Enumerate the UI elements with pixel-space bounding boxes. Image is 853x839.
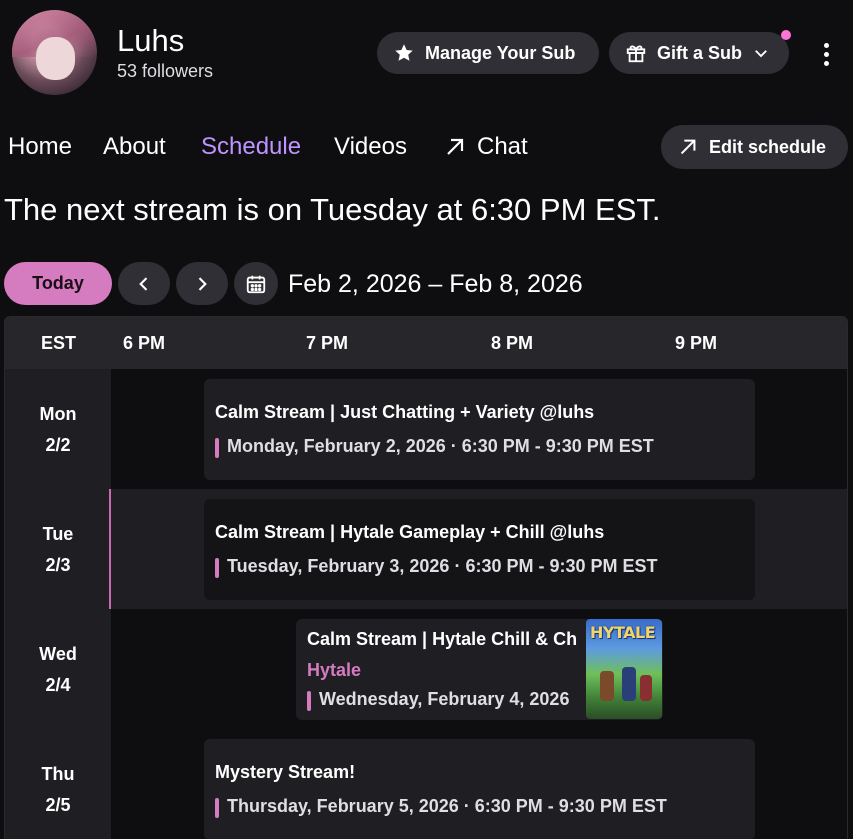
hour-label: 6 PM [123,333,166,353]
schedule-row-tue: Calm Stream | Hytale Gameplay + Chill @l… [109,489,847,609]
segment-title: Calm Stream | Just Chatting + Variety @l… [215,402,595,422]
thumbnail-figure [622,667,636,701]
channel-name[interactable]: Luhs [117,23,184,59]
day-label-thu: Thu 2/5 [5,759,111,821]
segment-title: Calm Stream | Hytale Chill & Ch [307,629,578,649]
weekday: Thu [41,764,75,784]
segment-title: Calm Stream | Hytale Gameplay + Chill @l… [215,522,605,542]
stream-segment-card[interactable]: Calm Stream | Hytale Chill & Ch Hytale W… [296,619,663,720]
manage-sub-label: Manage Your Sub [425,42,576,63]
chevron-right-icon [192,274,212,294]
segment-time: Monday, February 2, 2026 · 6:30 PM - 9:3… [215,436,654,458]
day-date: 2/4 [45,675,71,695]
day-label-mon: Mon 2/2 [5,399,111,461]
previous-week-button[interactable] [118,262,170,305]
timezone-label: EST [41,333,77,353]
channel-header: Luhs 53 followers Manage Your Sub Gift a… [0,0,853,110]
tab-chat[interactable]: Chat [443,133,528,161]
day-date: 2/5 [45,795,71,815]
schedule-header: EST 6 PM 7 PM 8 PM 9 PM [5,317,847,369]
day-date: 2/3 [45,555,71,575]
edit-schedule-button[interactable]: Edit schedule [661,125,848,169]
category-thumbnail[interactable]: HYTALE [586,619,662,719]
calendar-icon [245,273,267,295]
stream-segment-card[interactable]: Calm Stream | Hytale Gameplay + Chill @l… [204,499,755,600]
today-button[interactable]: Today [4,262,112,305]
tab-videos[interactable]: Videos [334,133,407,161]
avatar-face [35,37,75,80]
tab-chat-label: Chat [477,133,528,160]
date-range: Feb 2, 2026 – Feb 8, 2026 [288,270,583,298]
weekday: Mon [39,404,77,424]
chevron-left-icon [134,274,154,294]
day-column: Mon 2/2 Tue 2/3 Wed 2/4 Thu 2/5 [5,369,111,839]
weekday: Tue [42,524,74,544]
schedule-controls: Today Feb 2, 2026 – Feb 8, 2026 [0,262,853,306]
external-arrow-icon [443,135,467,159]
star-icon [393,42,415,64]
hour-label: 7 PM [306,333,349,353]
gift-icon [625,42,647,64]
tab-about[interactable]: About [103,133,166,161]
hour-label: 9 PM [675,333,718,353]
channel-avatar[interactable] [12,10,97,95]
tab-schedule[interactable]: Schedule [201,133,301,161]
thumbnail-logo: HYTALE [590,623,656,642]
next-stream-text: The next stream is on Tuesday at 6:30 PM… [4,192,661,227]
thumbnail-figure [640,675,652,701]
notification-dot [781,30,791,40]
weekday: Wed [39,644,77,664]
more-options-icon[interactable] [815,38,837,70]
gift-sub-label: Gift a Sub [657,42,742,63]
segment-time: Thursday, February 5, 2026 · 6:30 PM - 9… [215,796,667,818]
stream-segment-card[interactable]: Calm Stream | Just Chatting + Variety @l… [204,379,755,480]
schedule-row-thu: Mystery Stream! Thursday, February 5, 20… [111,729,847,839]
schedule-rows: Calm Stream | Just Chatting + Variety @l… [109,369,847,839]
tab-home[interactable]: Home [8,133,72,161]
gift-sub-button[interactable]: Gift a Sub [609,32,789,74]
stream-segment-card[interactable]: Mystery Stream! Thursday, February 5, 20… [204,739,755,839]
segment-time: Wednesday, February 4, 2026 [307,689,569,711]
follower-count: 53 followers [117,61,214,81]
segment-time: Tuesday, February 3, 2026 · 6:30 PM - 9:… [215,556,658,578]
calendar-picker-button[interactable] [234,262,278,305]
segment-category[interactable]: Hytale [307,660,361,681]
day-date: 2/2 [45,435,71,455]
chevron-down-icon [752,44,770,62]
day-label-wed: Wed 2/4 [5,639,111,701]
external-arrow-icon [677,136,699,158]
manage-sub-button[interactable]: Manage Your Sub [377,32,599,74]
segment-title: Mystery Stream! [215,762,356,782]
schedule-grid: EST 6 PM 7 PM 8 PM 9 PM Mon 2/2 Tue 2/3 … [4,316,848,839]
next-week-button[interactable] [176,262,228,305]
thumbnail-figure [600,671,614,701]
edit-schedule-label: Edit schedule [709,136,827,157]
schedule-row-wed: Calm Stream | Hytale Chill & Ch Hytale W… [111,609,847,729]
hour-label: 8 PM [491,333,534,353]
schedule-row-mon: Calm Stream | Just Chatting + Variety @l… [111,369,847,489]
day-label-tue: Tue 2/3 [5,519,111,581]
